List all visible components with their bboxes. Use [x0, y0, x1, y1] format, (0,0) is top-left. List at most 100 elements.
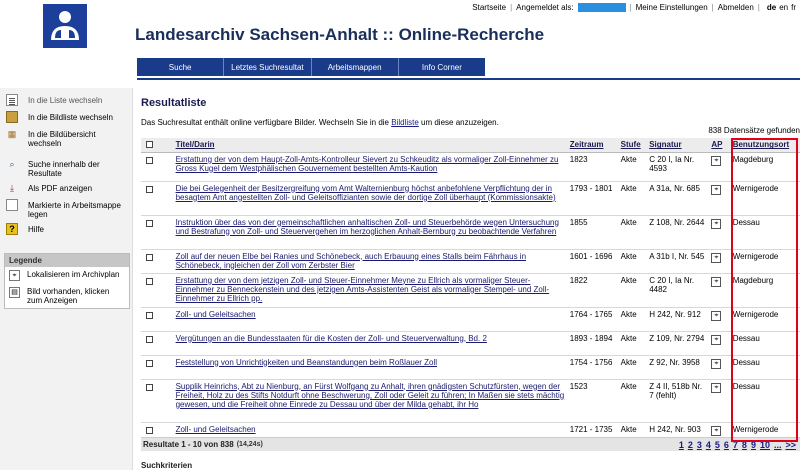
record-title-link[interactable]: Feststellung von Unrichtigkeiten und Bea…	[176, 358, 437, 367]
intro-text: Das Suchresultat enthält online verfügba…	[141, 118, 392, 127]
image-list-link[interactable]: Bildliste	[391, 118, 419, 127]
record-title-link[interactable]: Erstattung der von dem Haupt-Zoll-Amts-K…	[176, 155, 559, 173]
home-link[interactable]: Startseite	[472, 3, 506, 12]
sidebar-item-pdf[interactable]: ⤓ Als PDF anzeigen	[0, 180, 132, 197]
signature-cell: A 31b I, Nr. 545	[647, 249, 710, 274]
table-row: Die bei Gelegenheit der Besitzergreifung…	[141, 181, 800, 216]
row-checkbox[interactable]	[146, 277, 153, 285]
record-title-link[interactable]: Zoll auf der neuen Elbe bei Ranies und S…	[176, 252, 526, 270]
sidebar-item-image-list[interactable]: In die Bildliste wechseln	[0, 109, 132, 126]
ap-cell: ⌖	[709, 152, 731, 182]
ap-cell: ⌖	[709, 249, 731, 274]
results-table: Titel/Darin Zeitraum Stufe Signatur AP B…	[141, 138, 800, 447]
record-title-link[interactable]: Supplik Heinrichs, Abt zu Nienburg, an F…	[176, 382, 565, 409]
column-header-signature[interactable]: Signatur	[647, 138, 710, 153]
sidebar-item-list-view[interactable]: In die Liste wechseln	[0, 92, 132, 109]
period-cell: 1823	[567, 152, 619, 182]
nav-divider	[137, 78, 800, 80]
location-cell: Wernigerode	[730, 249, 800, 274]
page-link[interactable]: 8	[742, 440, 747, 450]
page-link[interactable]: 7	[733, 440, 738, 450]
page-link[interactable]: 1	[679, 440, 684, 450]
locate-icon[interactable]: ⌖	[711, 276, 722, 287]
sidebar-item-label: In die Liste wechseln	[28, 96, 103, 105]
locate-icon[interactable]: ⌖	[711, 382, 722, 393]
locate-icon[interactable]: ⌖	[711, 155, 722, 166]
row-checkbox[interactable]	[146, 156, 153, 164]
row-checkbox[interactable]	[146, 426, 153, 434]
main-content: Resultatliste Das Suchresultat enthält o…	[141, 88, 800, 470]
record-title-link[interactable]: Erstattung der von dem jetzigen Zoll- un…	[176, 276, 550, 303]
record-title-link[interactable]: Zoll- und Geleitsachen	[176, 310, 256, 319]
page-link[interactable]: 4	[706, 440, 711, 450]
level-cell: Akte	[618, 307, 648, 332]
row-checkbox[interactable]	[146, 335, 153, 343]
legend-box: Legende ⌖ Lokalisieren im Archivplan ▤ B…	[4, 253, 130, 309]
sidebar-item-add-to-folder[interactable]: Markierte in Arbeitsmappe legen	[0, 197, 132, 221]
locate-icon[interactable]: ⌖	[711, 334, 722, 345]
row-select-cell	[141, 181, 174, 216]
search-criteria-heading: Suchkriterien	[141, 461, 193, 470]
column-header-title[interactable]: Titel/Darin	[173, 138, 568, 153]
locate-icon[interactable]: ⌖	[711, 425, 722, 436]
select-all-checkbox[interactable]	[146, 141, 153, 149]
lang-de-link[interactable]: de	[767, 3, 776, 12]
row-checkbox[interactable]	[146, 185, 153, 193]
locate-icon[interactable]: ⌖	[711, 310, 722, 321]
row-select-cell	[141, 152, 174, 182]
page-link[interactable]: 9	[751, 440, 756, 450]
page-link[interactable]: >>	[785, 440, 796, 450]
column-header-period[interactable]: Zeitraum	[567, 138, 619, 153]
locate-icon[interactable]: ⌖	[711, 184, 722, 195]
sidebar-item-label: Als PDF anzeigen	[28, 184, 93, 193]
page-link[interactable]: 10	[760, 440, 770, 450]
row-select-cell	[141, 379, 174, 423]
row-checkbox[interactable]	[146, 383, 153, 391]
sidebar-item-search-within[interactable]: ⌕ Suche innerhalb der Resultate	[0, 156, 132, 180]
title-cell: Vergütungen an die Bundesstaaten für die…	[173, 331, 568, 356]
page-link[interactable]: 6	[724, 440, 729, 450]
row-select-cell	[141, 273, 174, 308]
page-link[interactable]: ...	[774, 440, 782, 450]
row-checkbox[interactable]	[146, 311, 153, 319]
column-header-location[interactable]: Benutzungsort	[730, 138, 800, 153]
search-icon: ⌕	[9, 158, 15, 169]
record-title-link[interactable]: Zoll- und Geleitsachen	[176, 425, 256, 434]
column-header-ap[interactable]: AP	[709, 138, 731, 153]
page-link[interactable]: 3	[697, 440, 702, 450]
archive-logo[interactable]	[43, 4, 87, 48]
page-link[interactable]: 5	[715, 440, 720, 450]
table-row: Supplik Heinrichs, Abt zu Nienburg, an F…	[141, 379, 800, 423]
title-cell: Instruktion über das von der gemeinschaf…	[173, 215, 568, 250]
record-title-link[interactable]: Die bei Gelegenheit der Besitzergreifung…	[176, 184, 556, 202]
signature-cell: Z 92, Nr. 3958	[647, 355, 710, 380]
signature-cell: Z 108, Nr. 2644	[647, 215, 710, 250]
locate-icon[interactable]: ⌖	[711, 252, 722, 263]
record-title-link[interactable]: Vergütungen an die Bundesstaaten für die…	[176, 334, 487, 343]
sidebar-item-image-grid[interactable]: ▦ In die Bildübersicht wechseln	[0, 126, 132, 150]
row-checkbox[interactable]	[146, 359, 153, 367]
sidebar-item-help[interactable]: ? Hilfe	[0, 221, 132, 238]
signature-cell: C 20 I, Ia Nr. 4482	[647, 273, 710, 308]
row-checkbox[interactable]	[146, 253, 153, 261]
nav-workfolders[interactable]: Arbeitsmappen	[312, 58, 399, 76]
nav-last-result[interactable]: Letztes Suchresultat	[224, 58, 312, 76]
sidebar: In die Liste wechseln In die Bildliste w…	[0, 88, 133, 470]
legend-title: Legende	[5, 254, 129, 267]
column-header-level[interactable]: Stufe	[618, 138, 648, 153]
locate-icon[interactable]: ⌖	[711, 218, 722, 229]
lang-en-link[interactable]: en	[779, 3, 788, 12]
nav-info-corner[interactable]: Info Corner	[399, 58, 485, 76]
lang-fr-link[interactable]: fr	[791, 3, 796, 12]
nav-search[interactable]: Suche	[137, 58, 225, 76]
page-header: Startseite | Angemeldet als: | Meine Ein…	[0, 0, 800, 88]
location-cell: Dessau	[730, 379, 800, 423]
logout-link[interactable]: Abmelden	[718, 3, 754, 12]
page-link[interactable]: 2	[688, 440, 693, 450]
settings-link[interactable]: Meine Einstellungen	[636, 3, 708, 12]
row-checkbox[interactable]	[146, 219, 153, 227]
period-cell: 1764 - 1765	[567, 307, 619, 332]
table-row: Instruktion über das von der gemeinschaf…	[141, 215, 800, 250]
locate-icon[interactable]: ⌖	[711, 358, 722, 369]
record-title-link[interactable]: Instruktion über das von der gemeinschaf…	[176, 218, 559, 236]
